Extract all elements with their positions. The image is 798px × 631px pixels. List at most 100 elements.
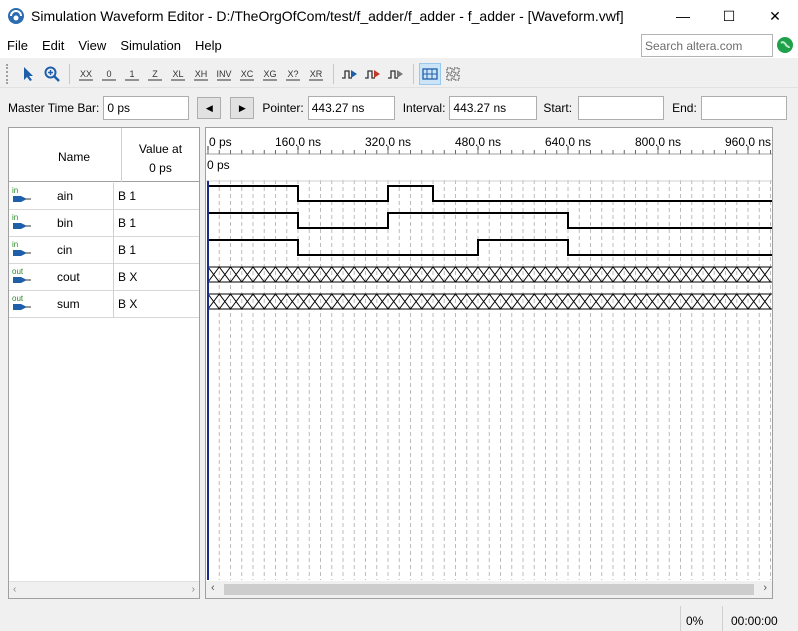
waveform-panel: 0 ps 160.0 ns 320.0 ns 480.0 ns 640.0 ns 800.…: [205, 127, 773, 599]
signal-row[interactable]: out sum B X: [9, 291, 199, 318]
signal-row[interactable]: out cout B X: [9, 264, 199, 291]
close-button[interactable]: ✕: [752, 0, 798, 32]
force-weak-high-icon[interactable]: XH: [190, 63, 212, 85]
force-low-icon[interactable]: 0: [98, 63, 120, 85]
signal-waveform[interactable]: [208, 212, 772, 229]
globe-icon[interactable]: [776, 36, 794, 54]
signal-value: B 1: [113, 237, 199, 264]
input-pin-icon: in: [12, 186, 31, 202]
end-field[interactable]: [700, 96, 787, 120]
svg-text:XL: XL: [172, 69, 183, 79]
generate-netlist-icon[interactable]: [385, 63, 407, 85]
signal-row[interactable]: in cin B 1: [9, 237, 199, 264]
svg-text:XH: XH: [195, 69, 208, 79]
window-title: Simulation Waveform Editor - D:/TheOrgOf…: [31, 8, 624, 24]
signal-waveform[interactable]: [208, 239, 772, 256]
svg-text:0: 0: [106, 69, 111, 79]
signal-row[interactable]: in ain B 1: [9, 183, 199, 210]
name-column-header[interactable]: Name: [58, 150, 90, 164]
svg-text:out: out: [12, 267, 24, 276]
cursor-time-label: 0 ps: [207, 158, 230, 172]
svg-text:1: 1: [129, 69, 134, 79]
arbitrary-value-icon[interactable]: XR: [305, 63, 327, 85]
signal-name: cin: [57, 243, 73, 257]
signal-list-scrollbar[interactable]: ‹ ›: [9, 581, 199, 598]
time-tick-label: 960.0 ns: [725, 135, 771, 149]
next-transition-button[interactable]: ▶: [230, 97, 255, 119]
signal-waveform[interactable]: [208, 185, 772, 202]
menu-view[interactable]: View: [71, 38, 113, 53]
svg-text:in: in: [12, 240, 18, 249]
value-header-line2: 0 ps: [149, 161, 172, 175]
unknown-waveform: [207, 293, 772, 310]
random-values-icon[interactable]: X?: [282, 63, 304, 85]
search-input[interactable]: Search altera.com: [641, 34, 773, 57]
menu-simulation[interactable]: Simulation: [113, 38, 188, 53]
count-value-icon[interactable]: XC: [236, 63, 258, 85]
output-pin-icon: out: [12, 294, 31, 310]
time-bar-row: Master Time Bar: 0 ps ◀ ▶ Pointer: 443.2…: [0, 92, 798, 124]
signal-table-header: Name Value at 0 ps: [9, 128, 199, 182]
value-header-line1: Value at: [138, 142, 183, 156]
svg-text:XX: XX: [80, 69, 92, 79]
waveform-scroll-thumb[interactable]: [224, 584, 754, 595]
toolbar-separator: [333, 63, 334, 84]
toolbar-grip[interactable]: [6, 63, 10, 84]
signal-name: ain: [57, 189, 74, 203]
snap-to-grid-icon[interactable]: [419, 62, 441, 85]
quartus-logo-icon: [8, 8, 24, 24]
interval-field[interactable]: 443.27 ns: [449, 96, 538, 120]
run-functional-simulation-icon[interactable]: [339, 63, 361, 85]
input-pin-icon: in: [12, 213, 31, 229]
end-label: End:: [672, 101, 697, 115]
signal-row[interactable]: in bin B 1: [9, 210, 199, 237]
master-time-bar-field[interactable]: 0 ps: [103, 96, 190, 120]
time-tick-label: 800.0 ns: [635, 135, 681, 149]
output-pin-icon: out: [12, 267, 31, 283]
time-tick-label: 640.0 ns: [545, 135, 591, 149]
toolbar: XX 0 1 Z XL XH INV XC XG X? XR: [0, 60, 798, 88]
waveform-canvas[interactable]: 0 ps 160.0 ns 320.0 ns 480.0 ns 640.0 ns 800.…: [206, 128, 773, 582]
selection-tool-icon[interactable]: [18, 63, 40, 85]
toolbar-separator: [69, 63, 70, 84]
value-column-header[interactable]: Value at 0 ps: [121, 128, 199, 182]
svg-text:in: in: [12, 186, 18, 195]
signal-list-panel: Name Value at 0 ps ‹ › in ain B 1 in bin B 1i…: [8, 127, 200, 599]
force-high-icon[interactable]: 1: [121, 63, 143, 85]
signal-name: cout: [57, 270, 80, 284]
time-tick-label: 160.0 ns: [275, 135, 321, 149]
svg-text:in: in: [12, 213, 18, 222]
svg-text:XR: XR: [310, 69, 323, 79]
signal-value: B 1: [113, 210, 199, 237]
start-label: Start:: [543, 101, 573, 115]
interval-label: Interval:: [402, 101, 446, 115]
force-weak-low-icon[interactable]: XL: [167, 63, 189, 85]
time-tick-label: 0 ps: [209, 135, 232, 149]
toolbar-separator: [413, 63, 414, 84]
menu-help[interactable]: Help: [188, 38, 229, 53]
pointer-field[interactable]: 443.27 ns: [307, 96, 395, 120]
grid-icon[interactable]: [442, 63, 464, 85]
signal-value: B X: [113, 264, 199, 291]
menu-edit[interactable]: Edit: [35, 38, 71, 53]
input-pin-icon: in: [12, 240, 31, 256]
unknown-waveform: [207, 266, 772, 283]
master-time-bar-label: Master Time Bar:: [8, 101, 100, 115]
zoom-tool-icon[interactable]: [41, 63, 63, 85]
start-field[interactable]: [578, 96, 665, 120]
force-high-impedance-icon[interactable]: Z: [144, 63, 166, 85]
minimize-button[interactable]: —: [660, 0, 706, 32]
invert-icon[interactable]: INV: [213, 63, 235, 85]
maximize-button[interactable]: ☐: [706, 0, 752, 32]
waveform-scrollbar[interactable]: ‹ ›: [206, 581, 772, 598]
svg-text:out: out: [12, 294, 24, 303]
elapsed-time: 00:00:00: [722, 606, 798, 631]
run-timing-simulation-icon[interactable]: [362, 63, 384, 85]
previous-transition-button[interactable]: ◀: [197, 97, 222, 119]
time-tick-label: 480.0 ns: [455, 135, 501, 149]
force-unknown-icon[interactable]: XX: [75, 63, 97, 85]
svg-text:XC: XC: [241, 69, 254, 79]
signal-value: B 1: [113, 183, 199, 210]
menu-file[interactable]: File: [0, 38, 35, 53]
clock-icon[interactable]: XG: [259, 63, 281, 85]
